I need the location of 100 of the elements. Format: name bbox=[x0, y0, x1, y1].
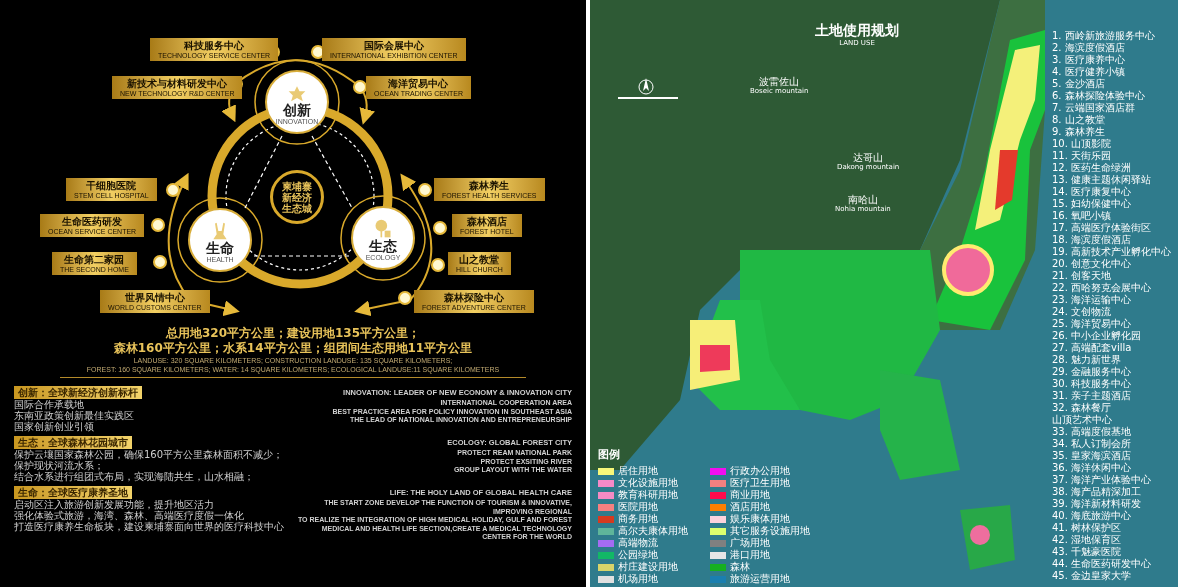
legend-label: 公园绿地 bbox=[618, 549, 658, 561]
legend-label: 村庄建设用地 bbox=[618, 561, 678, 573]
theme-heading: 生态：全球森林花园城市 bbox=[14, 436, 132, 449]
pillar-title: 创新 bbox=[283, 103, 311, 118]
project-list-item: 20. 创意文化中心 bbox=[1052, 258, 1133, 270]
hub-text: 新经济 bbox=[282, 191, 312, 203]
theme-text: 国际合作承载地 bbox=[14, 399, 84, 410]
theme-text: 保护现状河流水系； bbox=[14, 460, 104, 471]
theme-text: 打造医疗康养生命板块，建设柬埔寨面向世界的医疗科技中心 bbox=[14, 521, 284, 532]
project-list-item: 山顶艺术中心 bbox=[1052, 414, 1113, 426]
hub-text: 生态城 bbox=[282, 202, 312, 214]
label-title: 生命医药研发 bbox=[62, 215, 123, 227]
project-list-item: 2. 海滨度假酒店 bbox=[1052, 42, 1126, 54]
project-list-item: 1. 西岭新旅游服务中心 bbox=[1052, 30, 1156, 42]
project-list-item: 4. 医疗健养小镇 bbox=[1052, 66, 1126, 78]
pillar-title: 生态 bbox=[369, 239, 397, 254]
project-list-item: 30. 科技服务中心 bbox=[1052, 378, 1133, 390]
legend-label: 旅游运营用地 bbox=[730, 573, 790, 585]
legend-label: 医疗卫生用地 bbox=[730, 477, 790, 489]
legend-title: 图例 bbox=[598, 448, 621, 462]
project-list-item: 14. 医疗康复中心 bbox=[1052, 186, 1133, 198]
project-list-item: 7. 云端国家酒店群 bbox=[1052, 102, 1136, 114]
project-list-item: 33. 高端度假基地 bbox=[1052, 426, 1133, 438]
legend-label: 港口用地 bbox=[730, 549, 770, 561]
legend-label: 医院用地 bbox=[618, 501, 658, 513]
legend-label: 高尔夫康体用地 bbox=[618, 525, 688, 537]
label-title: 森林酒店 bbox=[466, 215, 507, 227]
legend-label: 森林 bbox=[730, 561, 750, 573]
legend-label: 教育科研用地 bbox=[618, 489, 678, 501]
pillar-title: 生命 bbox=[206, 241, 234, 256]
legend-label: 商业用地 bbox=[730, 489, 770, 501]
label-title: 森林养生 bbox=[469, 179, 510, 191]
project-list-item: 24. 文创物流 bbox=[1052, 306, 1113, 318]
place-label: 达哥山 bbox=[853, 152, 884, 163]
project-list-item: 11. 天街乐园 bbox=[1052, 150, 1113, 162]
label-title: 森林探险中心 bbox=[443, 291, 504, 303]
theme-text: 保护云壤国家森林公园，确保160平方公里森林面积不减少； bbox=[14, 449, 284, 460]
project-list-item: 3. 医疗康养中心 bbox=[1052, 54, 1126, 66]
project-list-item: 22. 西哈努克会展中心 bbox=[1052, 282, 1153, 294]
label-title: 科技服务中心 bbox=[184, 39, 245, 51]
project-list-item: 25. 海洋贸易中心 bbox=[1052, 318, 1133, 330]
scale-bar-icon bbox=[618, 96, 678, 100]
project-list-item: 13. 健康主题休闲驿站 bbox=[1052, 174, 1153, 186]
legend-label: 行政办公用地 bbox=[730, 465, 790, 477]
project-list-item: 29. 金融服务中心 bbox=[1052, 366, 1133, 378]
theme-text: 强化体验式旅游，海湾、森林、高端医疗度假一体化 bbox=[14, 510, 244, 521]
project-list-item: 23. 海洋运输中心 bbox=[1052, 294, 1133, 306]
project-list-item: 40. 海底旅游中心 bbox=[1052, 510, 1133, 522]
theme-heading: 生命：全球医疗康养圣地 bbox=[14, 486, 132, 499]
legend-label: 文化设施用地 bbox=[618, 477, 678, 489]
project-list-item: 42. 湿地保育区 bbox=[1052, 534, 1123, 546]
legend-label: 广场用地 bbox=[730, 537, 770, 549]
label-title: 世界风情中心 bbox=[124, 291, 185, 303]
project-list-item: 41. 树林保护区 bbox=[1052, 522, 1123, 534]
theme-text: 东南亚政策创新最佳实践区 bbox=[14, 410, 135, 421]
project-list-item: 18. 海滨度假酒店 bbox=[1052, 234, 1133, 246]
place-label: 波雷佐山 bbox=[759, 76, 800, 87]
legend-label: 居住用地 bbox=[618, 465, 658, 477]
project-list-item: 17. 高端医疗体验街区 bbox=[1052, 222, 1153, 234]
project-list-item: 16. 氧吧小镇 bbox=[1052, 210, 1113, 222]
label-title: 国际会展中心 bbox=[363, 39, 424, 51]
legend-label: 高端物流 bbox=[618, 537, 658, 549]
project-list-item: 10. 山顶影院 bbox=[1052, 138, 1113, 150]
label-title: 海洋贸易中心 bbox=[388, 77, 449, 89]
legend-label: 酒店用地 bbox=[730, 501, 770, 513]
label-title: 山之教堂 bbox=[459, 253, 500, 265]
legend-label: 其它服务设施用地 bbox=[730, 525, 810, 537]
project-list-item: 15. 妇幼保健中心 bbox=[1052, 198, 1133, 210]
label-title: 新技术与材料研发中心 bbox=[127, 77, 228, 89]
place-label: 南哈山 bbox=[847, 194, 878, 205]
project-list-item: 44. 生命医药研发中心 bbox=[1052, 558, 1153, 570]
project-list-item: 31. 亲子主题酒店 bbox=[1052, 390, 1133, 402]
map-title: 土地使用规划 bbox=[815, 22, 899, 39]
project-list-item: 32. 森林餐厅 bbox=[1052, 402, 1113, 414]
project-list-item: 43. 千魅豪医院 bbox=[1052, 546, 1123, 558]
summary-text: 总用地320平方公里；建设用地135平方公里； bbox=[165, 326, 421, 341]
legend-label: 商务用地 bbox=[618, 513, 658, 525]
project-list-item: 28. 魅力新世界 bbox=[1052, 354, 1123, 366]
project-list-item: 27. 高端配套villa bbox=[1052, 342, 1133, 354]
project-list-item: 8. 山之教堂 bbox=[1052, 114, 1106, 126]
theme-text: 启动区注入旅游创新发展功能，提升地区活力 bbox=[14, 499, 215, 510]
project-list-item: 34. 私人订制会所 bbox=[1052, 438, 1133, 450]
label-title: 干细胞医院 bbox=[86, 179, 137, 191]
theme-heading: 创新：全球新经济创新标杆 bbox=[14, 386, 142, 399]
project-list-item: 36. 海洋休闲中心 bbox=[1052, 462, 1133, 474]
theme-text: 结合水系进行组团式布局，实现海陆共生，山水相融； bbox=[14, 471, 255, 482]
summary-text: 森林160平方公里；水系14平方公里；组团间生态用地11平方公里 bbox=[113, 341, 473, 356]
project-list-item: 38. 海产品精深加工 bbox=[1052, 486, 1143, 498]
legend-label: 娱乐康体用地 bbox=[730, 513, 790, 525]
project-list-item: 12. 医药生命绿洲 bbox=[1052, 162, 1133, 174]
theme-text: 国家创新创业引领 bbox=[14, 421, 94, 432]
project-list-item: 26. 中小企业孵化园 bbox=[1052, 330, 1143, 342]
label-title: 生命第二家园 bbox=[64, 253, 125, 265]
legend-label: 机场用地 bbox=[618, 573, 658, 585]
project-list-item: 21. 创客天地 bbox=[1052, 270, 1113, 282]
project-list-item: 35. 皇家海滨酒店 bbox=[1052, 450, 1133, 462]
project-list-item: 45. 金边皇家大学 bbox=[1052, 570, 1133, 582]
project-list-item: 9. 森林养生 bbox=[1052, 126, 1106, 138]
project-list-item: 19. 高新技术产业孵化中心 bbox=[1052, 246, 1172, 258]
project-list-item: 5. 金沙酒店 bbox=[1052, 78, 1106, 90]
